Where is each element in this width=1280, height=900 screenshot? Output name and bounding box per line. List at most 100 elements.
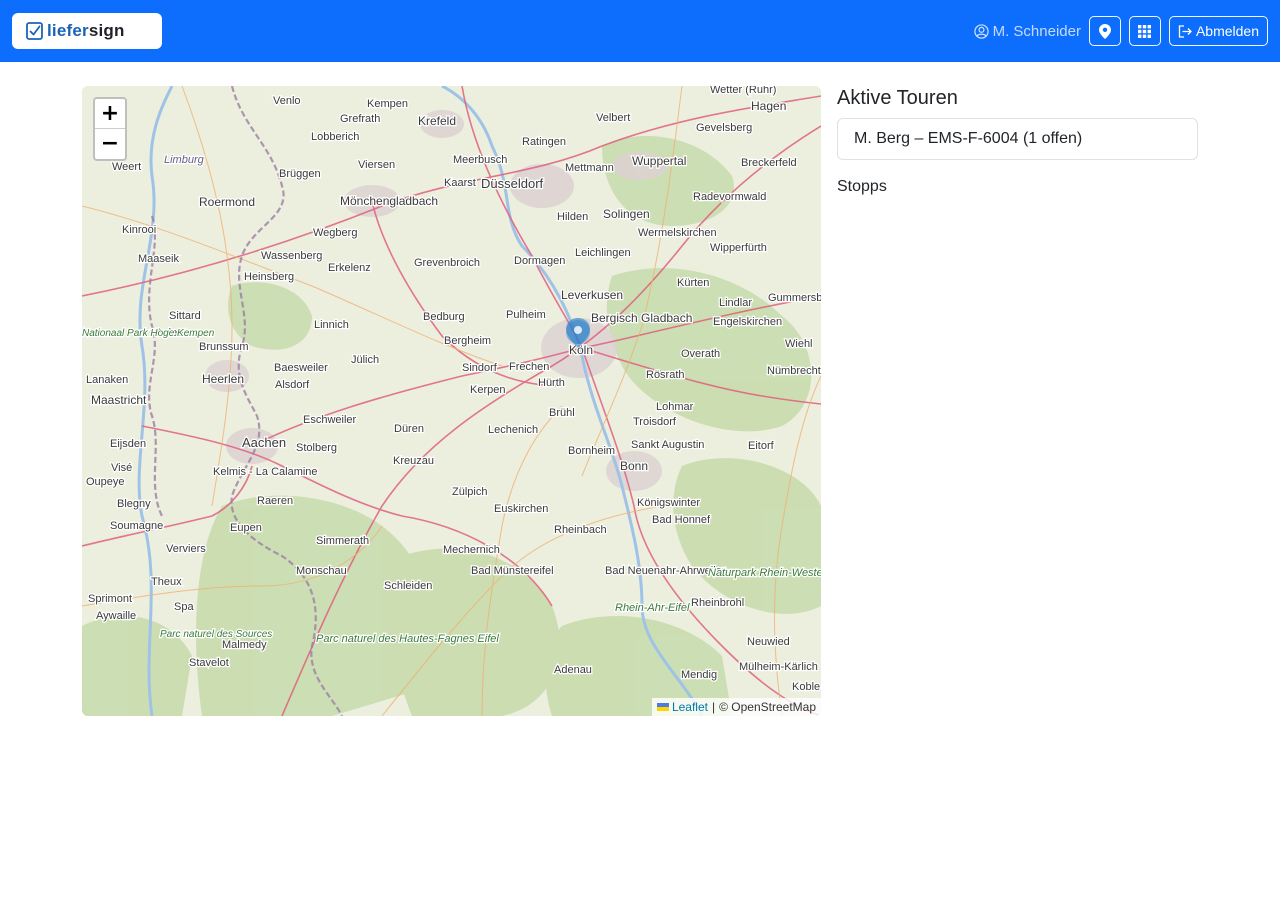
map-pin-icon	[1098, 23, 1111, 39]
map-label: Jülich	[351, 354, 379, 366]
tour-map[interactable]: Venlo Kempen Krefeld Velbert Wetter (Ruh…	[82, 86, 821, 716]
map-label: Nationaal Park Hoge Kempen	[82, 328, 215, 339]
map-label: Sittard	[169, 310, 201, 322]
map-label: Leichlingen	[575, 247, 631, 259]
map-label: Velbert	[596, 112, 630, 124]
brand-name: liefersign	[47, 21, 125, 40]
top-navbar: liefersign M. Schneider Abmelden	[0, 0, 1280, 62]
map-label: Viersen	[358, 159, 395, 171]
map-label: Radevormwald	[693, 191, 766, 203]
map-label: Lobberich	[311, 131, 359, 143]
map-label: Schleiden	[384, 580, 432, 592]
leaflet-link[interactable]: Leaflet	[656, 698, 708, 716]
map-attribution: Leaflet | © OpenStreetMap	[651, 698, 821, 716]
map-label: Gummersbach	[768, 292, 821, 304]
map-label: Hagen	[751, 99, 786, 113]
map-label: Brühl	[549, 407, 575, 419]
map-label: Kinrooi	[122, 224, 156, 236]
map-label: Zülpich	[452, 486, 487, 498]
logout-button[interactable]: Abmelden	[1168, 16, 1268, 46]
map-label: Aachen	[242, 435, 286, 450]
map-label: Troisdorf	[633, 416, 677, 428]
map-label: Engelskirchen	[713, 316, 782, 328]
map-label: Köln	[569, 343, 593, 357]
current-user: M. Schneider	[973, 22, 1081, 40]
map-label: Eupen	[230, 522, 262, 534]
brand-logo[interactable]: liefersign	[12, 13, 162, 49]
map-label: Hürth	[538, 377, 565, 389]
user-name: M. Schneider	[992, 22, 1081, 40]
map-label: Venlo	[273, 95, 301, 107]
map-label: Bad Honnef	[652, 514, 711, 526]
map-label: Ratingen	[522, 136, 566, 148]
map-label: Eijsden	[110, 438, 146, 450]
map-label: Euskirchen	[494, 503, 548, 515]
map-label: Gevelsberg	[696, 122, 752, 134]
map-label: Mülheim-Kärlich	[739, 661, 818, 673]
map-label: Wassenberg	[261, 250, 322, 262]
map-label: Sprimont	[88, 593, 132, 605]
map-label: Alsdorf	[275, 379, 310, 391]
map-label: Theux	[151, 576, 182, 588]
map-label: Pulheim	[506, 309, 546, 321]
map-label: Bedburg	[423, 311, 465, 323]
zoom-control: + −	[93, 97, 127, 161]
zoom-out-button[interactable]: −	[95, 129, 125, 159]
map-label: Raeren	[257, 495, 293, 507]
map-label: Breckerfeld	[741, 157, 797, 169]
map-label: Monschau	[296, 565, 347, 577]
map-label: Krefeld	[418, 114, 456, 128]
map-label: Sankt Augustin	[631, 439, 704, 451]
map-label: Koble	[792, 681, 820, 693]
map-label: Kelmis - La Calamine	[213, 466, 318, 478]
zoom-in-button[interactable]: +	[95, 99, 125, 129]
map-label: Solingen	[603, 207, 650, 221]
apps-grid-button[interactable]	[1128, 16, 1161, 46]
leaflet-label[interactable]: Leaflet	[672, 698, 708, 716]
map-label: Naturpark Rhein-Westerwald	[708, 567, 821, 579]
map-label: Soumagne	[110, 520, 163, 532]
map-label: Heerlen	[202, 372, 244, 386]
map-label: Dormagen	[514, 255, 565, 267]
tour-label: M. Berg – EMS-F-6004 (1 offen)	[854, 130, 1083, 147]
map-label: Kürten	[677, 277, 709, 289]
map-label: Neuwied	[747, 636, 790, 648]
map-label: Düsseldorf	[481, 176, 544, 191]
map-label: Bad Münstereifel	[471, 565, 554, 577]
user-circle-icon	[973, 23, 989, 39]
stops-heading: Stopps	[837, 178, 887, 195]
attribution-separator: |	[711, 700, 716, 714]
map-label: Limburg	[164, 154, 205, 166]
map-button[interactable]	[1088, 16, 1121, 46]
map-label: Wipperfürth	[710, 242, 767, 254]
map-label: Rösrath	[646, 369, 685, 381]
map-label: Wegberg	[313, 227, 357, 239]
osm-attribution[interactable]: © OpenStreetMap	[719, 698, 816, 716]
logout-icon	[1178, 24, 1192, 38]
map-label: Lohmar	[656, 401, 694, 413]
map-label: Roermond	[199, 195, 255, 209]
map-label: Meerbusch	[453, 154, 507, 166]
tour-list-item[interactable]: M. Berg – EMS-F-6004 (1 offen)	[837, 118, 1198, 160]
map-tiles[interactable]: Venlo Kempen Krefeld Velbert Wetter (Ruh…	[82, 86, 821, 716]
map-label: Bergheim	[444, 335, 491, 347]
map-label: Blegny	[117, 498, 151, 510]
map-label: Nümbrecht	[767, 365, 821, 377]
map-label: Mendig	[681, 669, 717, 681]
map-label: Heinsberg	[244, 271, 294, 283]
map-label: Kaarst	[444, 177, 476, 189]
map-label: Leverkusen	[561, 288, 623, 302]
map-label: Wetter (Ruhr)	[710, 86, 776, 96]
map-label: Kreuzau	[393, 455, 434, 467]
nav-actions: M. Schneider Abmelden	[973, 16, 1268, 46]
map-label: Verviers	[166, 543, 206, 555]
ukraine-flag-icon	[656, 703, 669, 711]
map-label: Oupeye	[86, 476, 125, 488]
map-label: Parc naturel des Hautes-Fagnes Eifel	[316, 633, 499, 645]
map-label: Grevenbroich	[414, 257, 480, 269]
map-label: Rheinbrohl	[691, 597, 744, 609]
map-label: Wiehl	[785, 338, 813, 350]
map-label: Weert	[112, 161, 141, 173]
map-label: Bergisch Gladbach	[591, 311, 692, 325]
map-label: Hilden	[557, 211, 588, 223]
